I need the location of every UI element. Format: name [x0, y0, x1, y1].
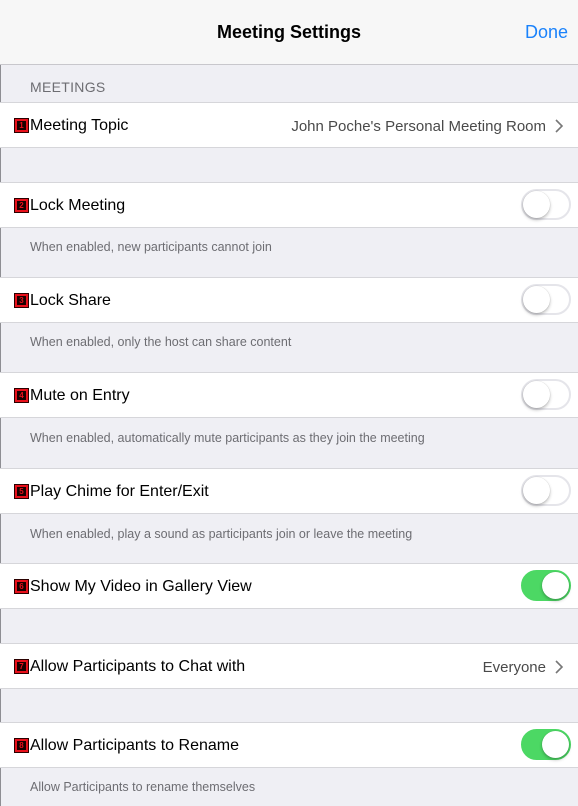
allow-chat-label: Allow Participants to Chat with	[30, 658, 246, 675]
play-chime-footnote: When enabled, play a sound as participan…	[30, 527, 413, 541]
lock-share-label: Lock Share	[30, 292, 111, 309]
badge-marker: 2	[14, 198, 29, 213]
lock-meeting-row: 2 Lock Meeting	[0, 182, 578, 228]
lock-meeting-label: Lock Meeting	[30, 197, 126, 214]
lock-share-toggle[interactable]	[521, 284, 571, 315]
badge-marker: 7	[14, 659, 29, 674]
badge-marker: 8	[14, 738, 29, 753]
lock-meeting-toggle[interactable]	[521, 189, 571, 220]
badge-marker: 3	[14, 293, 29, 308]
badge-marker: 5	[14, 484, 29, 499]
toggle-knob	[523, 477, 550, 504]
section-header-meetings: MEETINGS	[30, 79, 106, 95]
badge-marker: 4	[14, 388, 29, 403]
toggle-knob	[523, 381, 550, 408]
mute-on-entry-toggle[interactable]	[521, 379, 571, 410]
toggle-knob	[523, 191, 550, 218]
lock-share-footnote: When enabled, only the host can share co…	[30, 335, 292, 349]
allow-rename-footnote: Allow Participants to rename themselves	[30, 780, 256, 794]
lock-share-row: 3 Lock Share	[0, 277, 578, 323]
play-chime-label: Play Chime for Enter/Exit	[30, 483, 209, 500]
show-my-video-toggle[interactable]	[521, 570, 571, 601]
meeting-topic-value: John Poche's Personal Meeting Room	[291, 118, 546, 135]
page-title: Meeting Settings	[216, 22, 361, 42]
meeting-topic-row[interactable]: 1 Meeting Topic John Poche's Personal Me…	[0, 102, 578, 148]
navigation-bar: Meeting Settings Done	[0, 0, 578, 65]
mute-on-entry-row: 4 Mute on Entry	[0, 372, 578, 418]
chevron-right-icon	[555, 660, 564, 674]
allow-chat-row[interactable]: 7 Allow Participants to Chat with Everyo…	[0, 643, 578, 689]
mute-on-entry-label: Mute on Entry	[30, 387, 130, 404]
play-chime-row: 5 Play Chime for Enter/Exit	[0, 468, 578, 514]
mute-on-entry-footnote: When enabled, automatically mute partici…	[30, 431, 425, 445]
toggle-knob	[542, 572, 569, 599]
allow-rename-label: Allow Participants to Rename	[30, 737, 239, 754]
badge-marker: 1	[14, 118, 29, 133]
toggle-knob	[523, 286, 550, 313]
show-my-video-label: Show My Video in Gallery View	[30, 578, 252, 595]
play-chime-toggle[interactable]	[521, 475, 571, 506]
toggle-knob	[542, 731, 569, 758]
allow-rename-row: 8 Allow Participants to Rename	[0, 722, 578, 768]
lock-meeting-footnote: When enabled, new participants cannot jo…	[30, 240, 272, 254]
allow-rename-toggle[interactable]	[521, 729, 571, 760]
done-button[interactable]: Done	[525, 22, 568, 43]
allow-chat-value: Everyone	[482, 659, 546, 676]
show-my-video-row: 6 Show My Video in Gallery View	[0, 563, 578, 609]
chevron-right-icon	[555, 119, 564, 133]
badge-marker: 6	[14, 579, 29, 594]
meeting-topic-label: Meeting Topic	[30, 117, 129, 134]
